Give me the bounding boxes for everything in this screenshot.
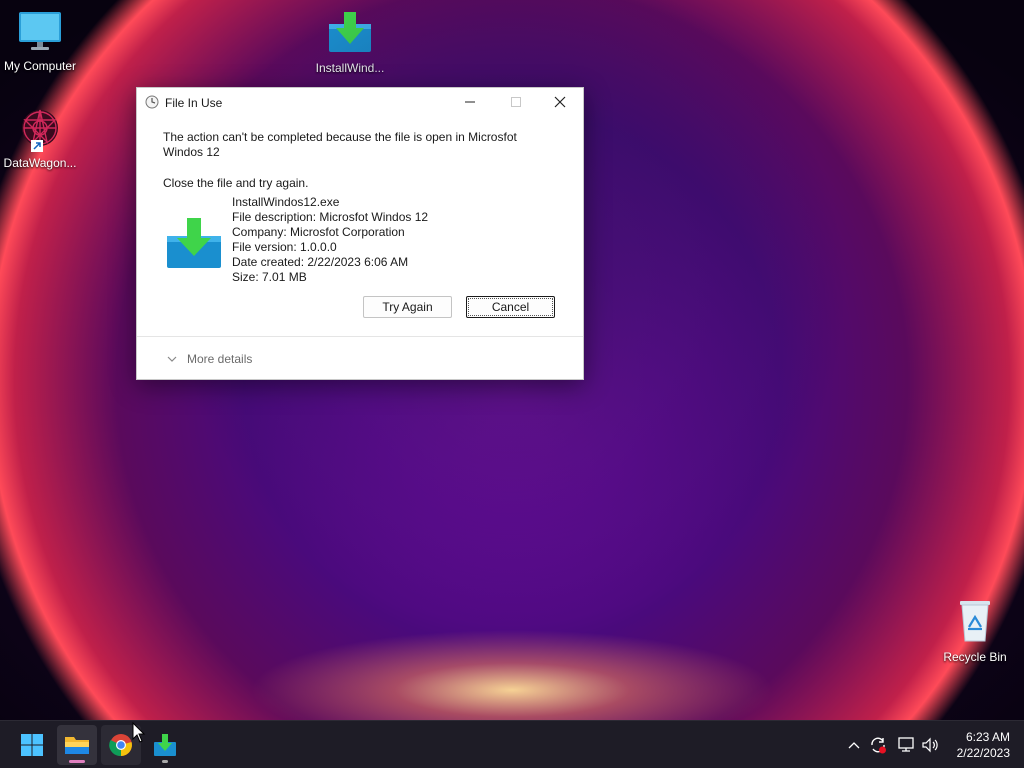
installer-icon	[154, 734, 176, 756]
sync-icon	[871, 737, 886, 754]
file-description: File description: Microsfot Windos 12	[232, 210, 429, 224]
mouse-cursor-icon	[132, 722, 146, 743]
close-icon	[554, 96, 566, 108]
shortcut-arrow-icon	[31, 140, 43, 152]
divider	[137, 336, 583, 337]
running-indicator	[162, 760, 168, 763]
taskbar: 6:23 AM 2/22/2023	[0, 720, 1024, 768]
file-name: InstallWindos12.exe	[232, 195, 340, 209]
taskbar-file-explorer[interactable]	[57, 725, 97, 765]
cancel-button[interactable]: Cancel	[466, 296, 555, 318]
desktop-icon-label: InstallWind...	[315, 61, 385, 75]
taskbar-installer[interactable]	[145, 725, 185, 765]
volume-button[interactable]	[920, 735, 940, 755]
chevron-down-icon	[167, 352, 177, 366]
maximize-icon	[511, 97, 521, 107]
dialog-titlebar[interactable]: File In Use	[137, 88, 583, 116]
chevron-up-icon	[848, 742, 860, 749]
datawagon-icon	[17, 106, 63, 152]
installer-icon	[310, 10, 390, 57]
file-company: Company: Microsfot Corporation	[232, 225, 405, 239]
minimize-icon	[465, 101, 475, 103]
recycle-bin-icon	[935, 597, 1015, 646]
clock[interactable]: 6:23 AM 2/22/2023	[950, 729, 1010, 761]
clock-icon	[145, 95, 159, 114]
desktop-icon-my-computer[interactable]: My Computer	[0, 10, 80, 73]
desktop-icon-datawagon[interactable]: DataWagon...	[0, 106, 80, 170]
desktop-icon-label: My Computer	[3, 59, 77, 73]
chrome-icon	[109, 734, 132, 757]
clock-date: 2/22/2023	[956, 746, 1010, 760]
desktop-icon-label: Recycle Bin	[943, 650, 1007, 664]
sync-status-button[interactable]	[868, 735, 888, 755]
network-button[interactable]	[896, 735, 916, 755]
monitor-icon	[0, 10, 80, 55]
file-size: Size: 7.01 MB	[232, 270, 307, 284]
dialog-instruction: Close the file and try again.	[163, 176, 309, 190]
file-info: InstallWindos12.exe File description: Mi…	[232, 195, 428, 285]
maximize-button	[493, 88, 539, 116]
start-icon	[21, 734, 43, 756]
more-details-toggle[interactable]: More details	[167, 352, 252, 366]
file-version: File version: 1.0.0.0	[232, 240, 337, 254]
volume-icon	[922, 737, 938, 753]
desktop-icon-recycle-bin[interactable]: Recycle Bin	[935, 597, 1015, 664]
dialog-title: File In Use	[165, 96, 223, 110]
show-hidden-icons-button[interactable]	[844, 735, 864, 755]
file-in-use-dialog: File In Use The action can't be complete…	[136, 87, 584, 380]
file-date-created: Date created: 2/22/2023 6:06 AM	[232, 255, 409, 269]
network-icon	[898, 737, 914, 752]
installer-file-icon	[165, 216, 223, 275]
desktop-icon-label: DataWagon...	[3, 156, 77, 170]
more-details-label: More details	[187, 352, 253, 366]
dialog-message: The action can't be completed because th…	[163, 130, 517, 159]
file-explorer-icon	[65, 737, 89, 754]
desktop-icon-installer[interactable]: InstallWind...	[310, 10, 390, 75]
start-button[interactable]	[12, 725, 52, 765]
clock-time: 6:23 AM	[965, 730, 1010, 744]
running-indicator	[69, 760, 85, 763]
minimize-button[interactable]	[447, 88, 493, 116]
try-again-button[interactable]: Try Again	[363, 296, 452, 318]
close-button[interactable]	[537, 88, 583, 116]
